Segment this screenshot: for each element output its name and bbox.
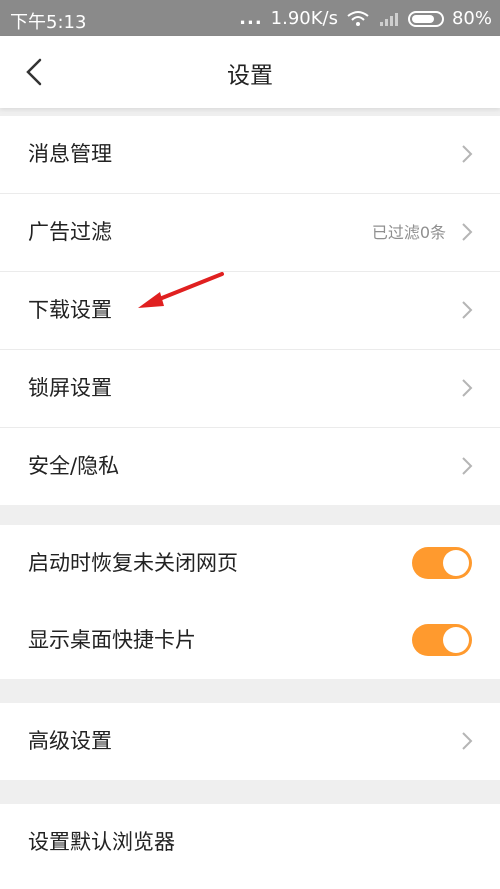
- settings-item-label: 设置默认浏览器: [28, 830, 175, 854]
- chevron-right-icon: [462, 145, 473, 163]
- toggle-knob: [443, 550, 469, 576]
- battery-percent: 80%: [451, 8, 492, 29]
- settings-item-lockscreen[interactable]: 锁屏设置: [0, 350, 500, 428]
- status-bar: 下午5:13 ... 1.90K/s 80%: [0, 0, 500, 36]
- settings-section-main: 消息管理 广告过滤 已过滤0条 下载设置 锁屏设置 安全/隐私: [0, 116, 500, 505]
- settings-item-ad-filter[interactable]: 广告过滤 已过滤0条: [0, 194, 500, 272]
- settings-section-browser: 设置默认浏览器: [0, 804, 500, 889]
- battery-icon: [407, 10, 444, 27]
- settings-item-label: 锁屏设置: [28, 376, 112, 400]
- page-title: 设置: [227, 63, 273, 89]
- chevron-right-icon: [462, 301, 473, 319]
- annotation-arrow-icon: [138, 272, 224, 308]
- settings-item-security-privacy[interactable]: 安全/隐私: [0, 428, 500, 505]
- chevron-right-icon: [462, 223, 473, 241]
- settings-item-advanced[interactable]: 高级设置: [0, 703, 500, 780]
- settings-item-label: 启动时恢复未关闭网页: [28, 551, 238, 575]
- settings-item-desktop-shortcut: 显示桌面快捷卡片: [0, 602, 500, 679]
- settings-item-restore-pages: 启动时恢复未关闭网页: [0, 525, 500, 602]
- settings-item-label: 安全/隐私: [28, 454, 120, 478]
- settings-item-label: 高级设置: [28, 729, 112, 753]
- settings-item-label: 广告过滤: [28, 220, 112, 244]
- settings-item-default-browser[interactable]: 设置默认浏览器: [0, 804, 500, 881]
- desktop-shortcut-toggle[interactable]: [412, 624, 472, 656]
- network-speed: 1.90K/s: [270, 8, 338, 29]
- wifi-icon: [347, 10, 369, 26]
- chevron-right-icon: [462, 457, 473, 475]
- settings-item-download[interactable]: 下载设置: [0, 272, 500, 350]
- signal-dots: ...: [239, 8, 263, 29]
- settings-section-toggles: 启动时恢复未关闭网页 显示桌面快捷卡片: [0, 525, 500, 679]
- status-icons: ... 1.90K/s 80%: [239, 8, 492, 29]
- chevron-right-icon: [462, 732, 473, 750]
- chevron-right-icon: [462, 379, 473, 397]
- settings-section-advanced: 高级设置: [0, 703, 500, 780]
- settings-item-message-management[interactable]: 消息管理: [0, 116, 500, 194]
- settings-item-label: 下载设置: [28, 298, 112, 322]
- toggle-knob: [443, 627, 469, 653]
- app-header: 设置: [0, 36, 500, 108]
- status-time: 下午5:13: [10, 12, 87, 33]
- settings-item-label: 显示桌面快捷卡片: [28, 628, 196, 652]
- settings-item-label: 消息管理: [28, 142, 112, 166]
- cellular-signal-icon: [379, 12, 398, 26]
- ad-filter-count: 已过滤0条: [371, 223, 446, 242]
- restore-pages-toggle[interactable]: [412, 547, 472, 579]
